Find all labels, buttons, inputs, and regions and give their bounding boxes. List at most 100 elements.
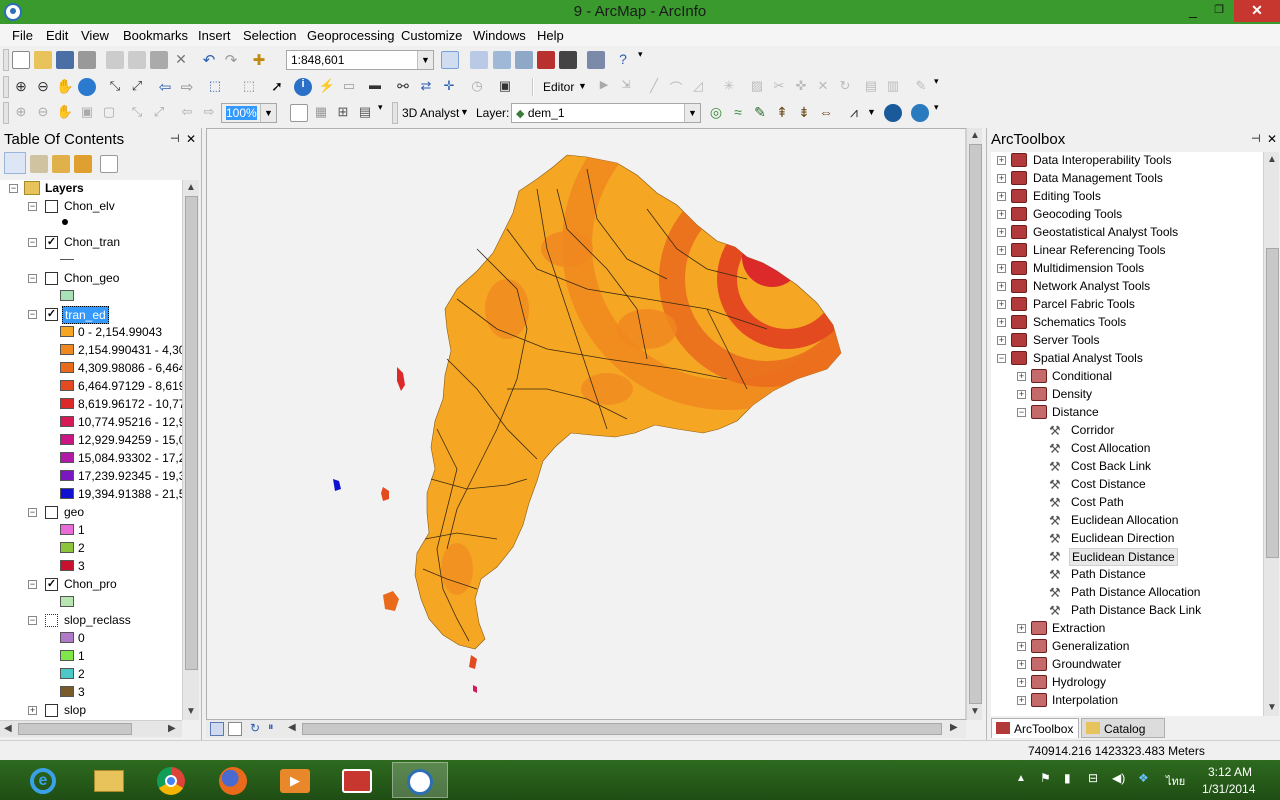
chevron-down-icon[interactable]: ▼ [578,81,587,91]
chevron-down-icon[interactable]: ▼ [460,107,469,117]
rotate-icon[interactable]: ✕ [814,78,832,96]
fixed-zoom-in-layout-icon[interactable]: ⤡ [128,104,146,122]
zoom-out-icon[interactable]: ⊖ [34,78,52,96]
menu-help[interactable]: Help [537,28,564,43]
change-layout-icon[interactable]: ⊞ [334,104,352,122]
list-by-drawing-order-icon[interactable] [4,152,26,174]
fixed-zoom-out-icon[interactable]: ⤢ [128,78,146,96]
toolbar-options-icon[interactable]: ▾ [934,102,942,124]
zoom-whole-page-icon[interactable]: ▣ [78,104,96,122]
scroll-left-icon[interactable]: ◀ [288,722,296,733]
map-vertical-scrollbar[interactable]: ▲ ▼ [966,128,982,720]
chevron-down-icon[interactable]: ▼ [417,51,433,69]
layer-visibility-checkbox[interactable] [45,704,58,717]
map-horizontal-scroll-thumb[interactable] [302,723,942,735]
menu-view[interactable]: View [81,28,109,43]
identify-icon[interactable]: i [294,78,312,96]
collapse-icon[interactable]: − [28,202,37,211]
chevron-down-icon[interactable]: ▼ [684,104,700,122]
scroll-thumb[interactable] [969,144,982,704]
internet-explorer-icon[interactable]: e [20,762,68,798]
toolbox-vertical-scrollbar[interactable]: ▲ ▼ [1263,152,1279,716]
clock-time[interactable]: 3:12 AM [1208,765,1252,779]
action-center-icon[interactable]: ⚑ [1040,771,1051,785]
delete-icon[interactable]: ✕ [172,51,190,69]
contour-icon[interactable]: ◎ [707,104,725,122]
editor-toolbar-icon[interactable] [441,51,459,69]
data-driven-pages-icon[interactable]: ▤ [356,104,374,122]
data-view-icon[interactable] [210,722,224,736]
toolbar-options-icon[interactable]: ▾ [638,49,646,71]
rotate-tool-icon[interactable]: ↻ [836,78,854,96]
scroll-down-icon[interactable]: ▼ [970,706,980,717]
chrome-icon[interactable] [144,762,200,798]
toolbar-grip[interactable] [392,102,398,124]
toc-horizontal-scrollbar[interactable]: ◀ ▶ [0,720,182,737]
previous-extent-layout-icon[interactable]: ⇦ [178,104,196,122]
volume-icon[interactable]: ◀) [1112,771,1125,785]
pause-drawing-icon[interactable]: ⏸ [268,721,274,734]
list-by-source-icon[interactable] [30,155,48,173]
sketch-properties-icon[interactable]: ▥ [884,78,902,96]
list-by-selection-icon[interactable] [74,155,92,173]
collapse-icon[interactable]: − [28,274,37,283]
layer-visibility-checkbox[interactable] [45,614,58,627]
menu-windows[interactable]: Windows [473,28,526,43]
table-of-contents-icon[interactable] [470,51,488,69]
new-document-icon[interactable] [12,51,30,69]
toggle-draft-mode-icon[interactable] [290,104,308,122]
go-to-xy-icon[interactable]: ✛ [440,78,458,96]
close-icon[interactable]: ✕ [186,132,196,146]
scroll-thumb[interactable] [18,723,132,735]
edit-tool-icon[interactable]: ▶ [595,78,613,96]
profile-graph-icon[interactable]: ⩘ [845,104,863,122]
show-hidden-icons[interactable]: ▲ [1016,773,1026,784]
catalog-icon[interactable] [493,51,511,69]
layer-visibility-checkbox[interactable]: ✓ [45,308,58,321]
scroll-up-icon[interactable]: ▲ [186,182,196,193]
forward-extent-icon[interactable]: ⇨ [178,78,196,96]
create-viewer-icon[interactable]: ▣ [496,78,514,96]
layer-visibility-checkbox[interactable] [45,200,58,213]
scroll-right-icon[interactable]: ▶ [950,722,958,733]
scroll-down-icon[interactable]: ▼ [1267,702,1277,713]
fixed-zoom-in-icon[interactable]: ⤡ [106,78,124,96]
layer-visibility-checkbox[interactable] [45,272,58,285]
layer-visibility-checkbox[interactable] [45,506,58,519]
pan-icon[interactable]: ✋ [56,78,74,96]
undo-icon[interactable]: ↶ [200,51,218,69]
model-builder-icon[interactable] [587,51,605,69]
file-explorer-icon[interactable] [82,762,138,798]
arcglobe-icon[interactable] [911,104,929,122]
clear-selection-icon[interactable]: ⬚ [240,78,258,96]
scroll-left-icon[interactable]: ◀ [4,723,12,734]
redo-icon[interactable]: ↷ [222,51,240,69]
maximize-button[interactable]: ❐ [1206,0,1232,22]
toolbar-grip[interactable] [3,102,9,124]
menu-selection[interactable]: Selection [243,28,296,43]
3d-analyst-menu[interactable]: 3D Analyst [402,106,459,120]
presentation-app-icon[interactable] [330,762,386,798]
menu-geoprocessing[interactable]: Geoprocessing [307,28,394,43]
paste-icon[interactable] [150,51,168,69]
copy-icon[interactable] [128,51,146,69]
expand-icon[interactable]: + [28,706,37,715]
layer-visibility-checkbox[interactable]: ✓ [45,578,58,591]
scroll-up-icon[interactable]: ▲ [970,130,980,141]
interpolate-polygon-icon[interactable]: ⇔ [817,104,835,122]
layout-pan-icon[interactable]: ✋ [56,104,74,122]
python-window-icon[interactable] [559,51,577,69]
html-popup-icon[interactable]: ▭ [340,78,358,96]
add-data-icon[interactable]: ✚ [250,51,268,69]
toolbar-options-icon[interactable]: ▾ [378,102,386,124]
media-player-icon[interactable]: ▶ [268,762,324,798]
pin-icon[interactable]: ⊣ [1251,132,1261,145]
measure-icon[interactable]: ▬ [366,78,384,96]
help-pointer-icon[interactable]: ? [614,51,632,69]
collapse-icon[interactable]: − [28,310,37,319]
zoom-100-icon[interactable]: ▢ [100,104,118,122]
scroll-thumb[interactable] [185,196,198,670]
hyperlink-icon[interactable]: ⚡ [318,78,336,96]
power-icon[interactable]: ▮ [1064,771,1071,785]
interpolate-point-icon[interactable]: ⇞ [773,104,791,122]
